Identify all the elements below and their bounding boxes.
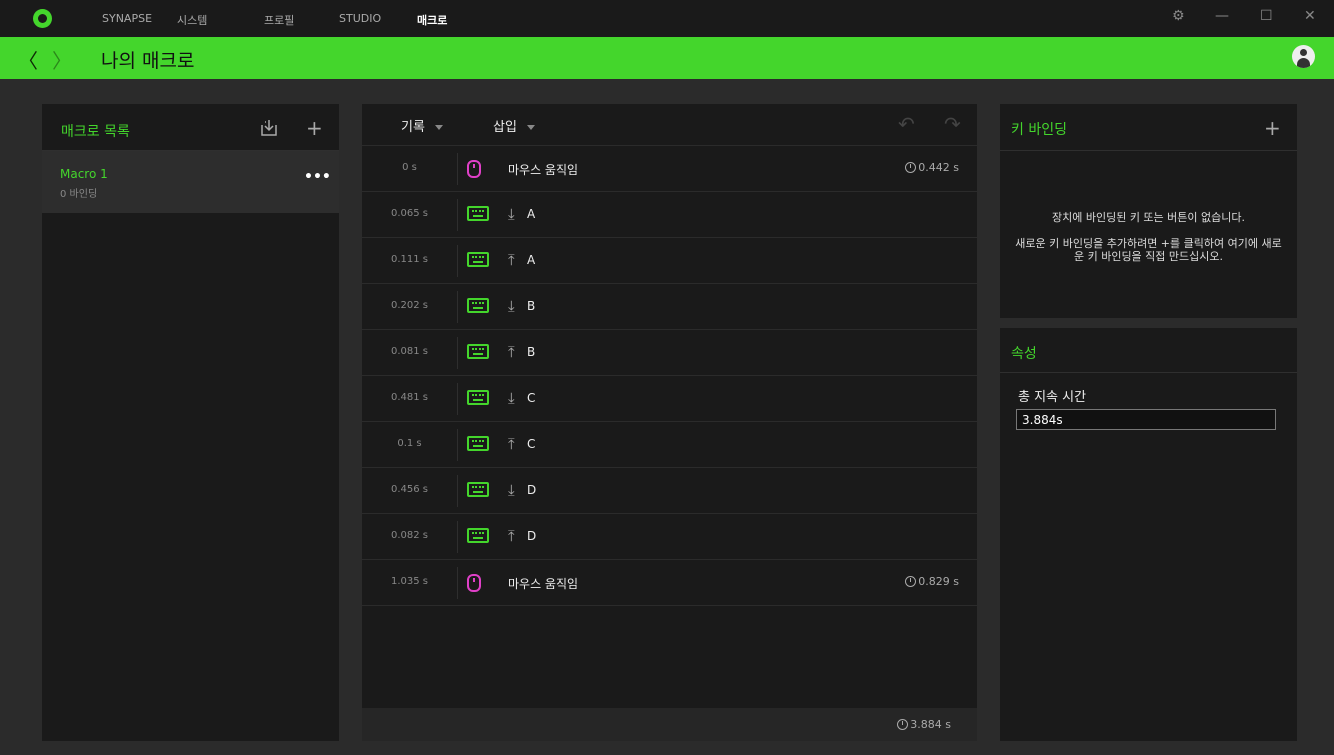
maximize-icon[interactable]: ☐ bbox=[1260, 8, 1273, 24]
step-duration: 0.442 s bbox=[905, 161, 959, 174]
key-binding-title: 키 바인딩 bbox=[1011, 122, 1067, 138]
page-title: 나의 매크로 bbox=[101, 50, 195, 72]
total-duration: 3.884 s bbox=[897, 718, 951, 731]
undo-icon[interactable]: ↶ bbox=[898, 112, 915, 136]
step-delay: 0.202 s bbox=[390, 300, 429, 311]
clock-icon bbox=[905, 162, 917, 173]
keyboard-icon bbox=[467, 528, 489, 543]
close-icon[interactable]: ✕ bbox=[1304, 8, 1316, 24]
editor-footer: 3.884 s bbox=[362, 708, 977, 741]
step-key: A bbox=[527, 207, 536, 221]
more-options-icon[interactable]: ••• bbox=[304, 169, 331, 185]
page-header: 〈 〉 나의 매크로 bbox=[0, 37, 1334, 79]
step-key: C bbox=[527, 391, 536, 405]
key-down-icon: ⤓ bbox=[508, 297, 515, 315]
total-duration-field[interactable]: 3.884s bbox=[1016, 409, 1276, 430]
empty-binding-message: 장치에 바인딩된 키 또는 버튼이 없습니다. bbox=[1051, 211, 1246, 224]
macro-list-item[interactable]: Macro 1 0 바인딩 ••• bbox=[42, 151, 339, 213]
total-duration-label: 총 지속 시간 bbox=[1018, 390, 1087, 405]
step-delay: 0.111 s bbox=[390, 254, 429, 265]
insert-dropdown[interactable]: 삽입 bbox=[493, 116, 535, 135]
step-delay: 0.481 s bbox=[390, 392, 429, 403]
title-bar: SYNAPSE 시스템 프로필 STUDIO 매크로 ⚙ — ☐ ✕ bbox=[0, 0, 1334, 37]
macro-step-row[interactable]: 0.081 s ⤒ B bbox=[362, 330, 977, 376]
keyboard-icon bbox=[467, 344, 489, 359]
key-down-icon: ⤓ bbox=[508, 481, 515, 499]
empty-binding-hint-2: 운 키 바인딩을 직접 만드십시오. bbox=[1073, 250, 1224, 263]
step-duration: 0.829 s bbox=[905, 575, 959, 588]
macro-step-row[interactable]: 0.1 s ⤒ C bbox=[362, 422, 977, 468]
nav-profile[interactable]: 프로필 bbox=[264, 12, 294, 28]
key-down-icon: ⤓ bbox=[508, 205, 515, 223]
keyboard-icon bbox=[467, 206, 489, 221]
keyboard-icon bbox=[467, 482, 489, 497]
step-delay: 0.456 s bbox=[390, 484, 429, 495]
clock-icon bbox=[897, 719, 909, 730]
mouse-icon bbox=[467, 574, 481, 592]
step-key: B bbox=[527, 345, 536, 359]
step-label: 마우스 움직임 bbox=[508, 163, 579, 177]
back-icon[interactable]: 〈 bbox=[18, 45, 38, 74]
macro-step-row[interactable]: 0.481 s ⤓ C bbox=[362, 376, 977, 422]
macro-binding-count: 0 바인딩 bbox=[60, 189, 98, 200]
step-delay: 1.035 s bbox=[390, 576, 429, 587]
nav-system[interactable]: 시스템 bbox=[177, 12, 207, 28]
minimize-icon[interactable]: — bbox=[1215, 8, 1229, 24]
key-up-icon: ⤒ bbox=[508, 527, 515, 545]
keyboard-icon bbox=[467, 298, 489, 313]
keyboard-icon bbox=[467, 390, 489, 405]
properties-title: 속성 bbox=[1011, 346, 1037, 362]
chevron-down-icon bbox=[526, 125, 535, 130]
keyboard-icon bbox=[467, 436, 489, 451]
nav-studio[interactable]: STUDIO bbox=[339, 12, 381, 25]
mouse-icon bbox=[467, 160, 481, 178]
nav-synapse[interactable]: SYNAPSE bbox=[102, 12, 152, 25]
add-macro-icon[interactable]: + bbox=[306, 116, 323, 140]
step-delay: 0 s bbox=[402, 162, 417, 173]
avatar[interactable] bbox=[1292, 45, 1315, 68]
divider bbox=[1000, 150, 1297, 151]
macro-step-row[interactable]: 0 s 마우스 움직임 0.442 s bbox=[362, 146, 977, 192]
key-down-icon: ⤓ bbox=[508, 389, 515, 407]
macro-step-row[interactable]: 0.082 s ⤒ D bbox=[362, 514, 977, 560]
step-key: A bbox=[527, 253, 536, 267]
key-up-icon: ⤒ bbox=[508, 343, 515, 361]
import-icon[interactable] bbox=[260, 118, 278, 136]
step-delay: 0.081 s bbox=[390, 346, 429, 357]
macro-step-row[interactable]: 0.456 s ⤓ D bbox=[362, 468, 977, 514]
settings-icon[interactable]: ⚙ bbox=[1172, 8, 1185, 24]
step-delay: 0.065 s bbox=[390, 208, 429, 219]
forward-icon[interactable]: 〉 bbox=[52, 45, 72, 74]
step-delay: 0.082 s bbox=[390, 530, 429, 541]
macro-name: Macro 1 bbox=[60, 167, 108, 181]
step-key: C bbox=[527, 437, 536, 451]
keyboard-icon bbox=[467, 252, 489, 267]
macro-step-row[interactable]: 0.111 s ⤒ A bbox=[362, 238, 977, 284]
record-dropdown[interactable]: 기록 bbox=[401, 116, 443, 135]
nav-macro[interactable]: 매크로 bbox=[417, 12, 447, 28]
key-up-icon: ⤒ bbox=[508, 251, 515, 269]
redo-icon[interactable]: ↷ bbox=[944, 112, 961, 136]
step-key: D bbox=[527, 483, 537, 497]
step-key: D bbox=[527, 529, 537, 543]
macro-list-title: 매크로 목록 bbox=[61, 124, 130, 140]
divider bbox=[1000, 372, 1297, 373]
macro-step-row[interactable]: 1.035 s 마우스 움직임 0.829 s bbox=[362, 560, 977, 606]
add-binding-icon[interactable]: + bbox=[1264, 116, 1281, 140]
key-up-icon: ⤒ bbox=[508, 435, 515, 453]
chevron-down-icon bbox=[434, 125, 443, 130]
macro-step-row[interactable]: 0.065 s ⤓ A bbox=[362, 192, 977, 238]
clock-icon bbox=[905, 576, 917, 587]
step-delay: 0.1 s bbox=[397, 438, 422, 449]
macro-step-row[interactable]: 0.202 s ⤓ B bbox=[362, 284, 977, 330]
step-label: 마우스 움직임 bbox=[508, 577, 579, 591]
razer-logo-icon bbox=[33, 9, 52, 28]
step-key: B bbox=[527, 299, 536, 313]
